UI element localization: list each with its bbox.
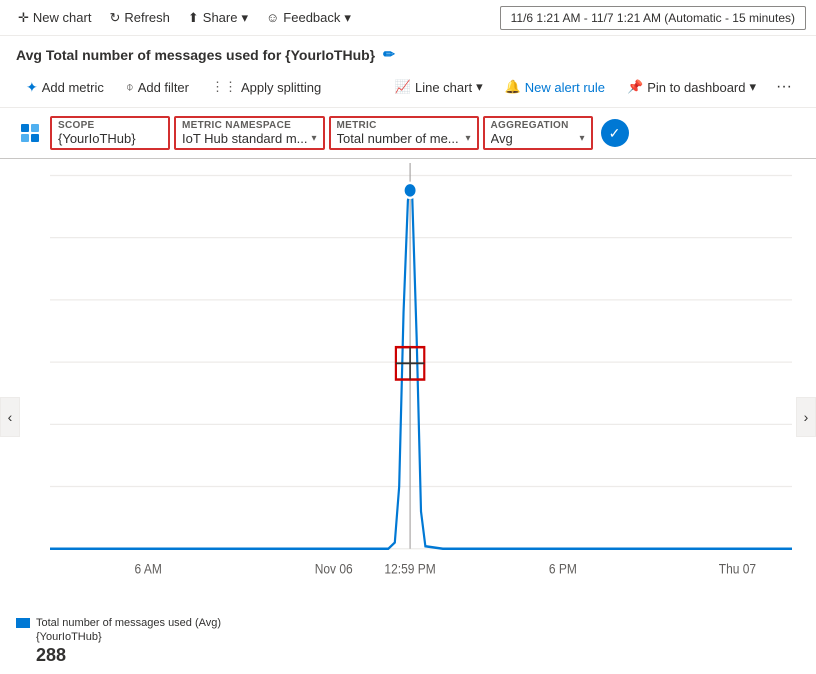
add-filter-icon: ⌽ xyxy=(126,79,134,95)
chart-type-label: Line chart xyxy=(415,80,472,95)
add-metric-button[interactable]: ✦ Add metric xyxy=(16,74,114,101)
scope-filter[interactable]: SCOPE {YourIoTHub} xyxy=(50,116,170,150)
legend-value-row: 288 xyxy=(16,645,800,666)
legend-sublabel: {YourIoTHub} xyxy=(36,631,102,643)
apply-splitting-label: Apply splitting xyxy=(241,80,321,95)
new-chart-label: New chart xyxy=(33,10,92,25)
top-toolbar: ✛ New chart ↻ Refresh ⬆ Share ▾ ☺ Feedba… xyxy=(0,0,816,36)
feedback-label: Feedback xyxy=(283,10,340,25)
nav-left-button[interactable]: ‹ xyxy=(0,397,20,437)
toolbar-right: 📈 Line chart ▾ 🔔 New alert rule 📌 Pin to… xyxy=(385,73,800,101)
pin-chevron-icon: ▾ xyxy=(749,79,756,95)
apply-splitting-icon: ⋮⋮ xyxy=(211,79,237,95)
metric-label: METRIC xyxy=(337,120,471,131)
namespace-label: METRIC NAMESPACE xyxy=(182,120,317,131)
metric-filter[interactable]: METRIC Total number of me... ▾ xyxy=(329,116,479,150)
legend-item: Total number of messages used (Avg) xyxy=(16,617,800,629)
new-chart-icon: ✛ xyxy=(18,10,29,26)
line-chart-icon: 📈 xyxy=(395,79,411,95)
new-alert-button[interactable]: 🔔 New alert rule xyxy=(495,74,615,100)
metric-dropdown-inner: Total number of me... ▾ xyxy=(337,131,471,146)
date-range-button[interactable]: 11/6 1:21 AM - 11/7 1:21 AM (Automatic -… xyxy=(500,6,806,30)
add-filter-button[interactable]: ⌽ Add filter xyxy=(116,74,199,100)
svg-text:Thu 07: Thu 07 xyxy=(719,561,756,577)
chart-scope-name: {YourIoTHub} xyxy=(285,47,375,63)
more-icon: ··· xyxy=(776,78,792,95)
feedback-chevron-icon: ▾ xyxy=(344,10,351,26)
nav-right-button[interactable]: › xyxy=(796,397,816,437)
aggregation-dropdown-inner: Avg ▾ xyxy=(491,131,585,146)
apply-splitting-button[interactable]: ⋮⋮ Apply splitting xyxy=(201,74,331,100)
edit-title-icon[interactable]: ✏ xyxy=(383,46,395,63)
toolbar-left: ✛ New chart ↻ Refresh ⬆ Share ▾ ☺ Feedba… xyxy=(10,6,359,30)
alert-bell-icon: 🔔 xyxy=(505,79,521,95)
chart-wrapper: ‹ › 300 250 200 150 100 50 0 xyxy=(0,159,816,674)
chart-title-bar: Avg Total number of messages used for {Y… xyxy=(0,36,816,69)
legend-label: Total number of messages used (Avg) xyxy=(36,617,221,629)
chart-area: 300 250 200 150 100 50 0 6 AM xyxy=(0,159,816,611)
chart-legend: Total number of messages used (Avg) {You… xyxy=(0,611,816,674)
pin-dashboard-button[interactable]: 📌 Pin to dashboard ▾ xyxy=(617,74,766,100)
namespace-chevron-icon: ▾ xyxy=(312,133,317,144)
namespace-value: IoT Hub standard m... xyxy=(182,131,308,146)
chart-svg: 300 250 200 150 100 50 0 6 AM xyxy=(50,163,792,611)
svg-text:6 PM: 6 PM xyxy=(549,561,577,577)
share-chevron-icon: ▾ xyxy=(241,10,248,26)
metric-toolbar: ✦ Add metric ⌽ Add filter ⋮⋮ Apply split… xyxy=(0,69,816,108)
share-label: Share xyxy=(203,10,238,25)
scope-label: SCOPE xyxy=(58,120,162,131)
pin-label: Pin to dashboard xyxy=(647,80,745,95)
pin-icon: 📌 xyxy=(627,79,643,95)
add-metric-label: Add metric xyxy=(42,80,104,95)
new-alert-label: New alert rule xyxy=(525,80,605,95)
aggregation-value: Avg xyxy=(491,131,513,146)
chart-title-text: Avg Total number of messages used for xyxy=(16,47,281,63)
checkmark-icon: ✓ xyxy=(609,125,621,142)
date-range-text: 11/6 1:21 AM - 11/7 1:21 AM (Automatic -… xyxy=(511,11,795,25)
more-options-button[interactable]: ··· xyxy=(768,73,800,101)
namespace-dropdown-inner: IoT Hub standard m... ▾ xyxy=(182,131,317,146)
scope-value: {YourIoTHub} xyxy=(58,131,162,146)
metric-filter-row: SCOPE {YourIoTHub} METRIC NAMESPACE IoT … xyxy=(0,108,816,159)
chart-type-chevron-icon: ▾ xyxy=(476,79,483,95)
feedback-icon: ☺ xyxy=(266,10,279,25)
confirm-button[interactable]: ✓ xyxy=(601,119,629,147)
chart-type-button[interactable]: 📈 Line chart ▾ xyxy=(385,74,493,100)
refresh-button[interactable]: ↻ Refresh xyxy=(101,6,177,30)
refresh-icon: ↻ xyxy=(109,10,120,26)
namespace-filter[interactable]: METRIC NAMESPACE IoT Hub standard m... ▾ xyxy=(174,116,325,150)
aggregation-chevron-icon: ▾ xyxy=(580,133,585,144)
share-button[interactable]: ⬆ Share ▾ xyxy=(180,6,256,30)
legend-value: 288 xyxy=(36,645,66,666)
scope-icon xyxy=(16,119,44,147)
feedback-button[interactable]: ☺ Feedback ▾ xyxy=(258,6,359,30)
refresh-label: Refresh xyxy=(124,10,170,25)
svg-text:6 AM: 6 AM xyxy=(135,561,162,577)
legend-color-swatch xyxy=(16,618,30,628)
add-filter-label: Add filter xyxy=(138,80,189,95)
new-chart-button[interactable]: ✛ New chart xyxy=(10,6,99,30)
add-metric-icon: ✦ xyxy=(26,79,38,96)
legend-sublabel-row: {YourIoTHub} xyxy=(16,631,800,643)
share-icon: ⬆ xyxy=(188,10,199,26)
metric-chevron-icon: ▾ xyxy=(466,133,471,144)
aggregation-filter[interactable]: AGGREGATION Avg ▾ xyxy=(483,116,593,150)
aggregation-label: AGGREGATION xyxy=(491,120,585,131)
svg-text:Nov 06: Nov 06 xyxy=(315,561,353,577)
svg-text:12:59 PM: 12:59 PM xyxy=(384,561,435,577)
main-content: Avg Total number of messages used for {Y… xyxy=(0,36,816,674)
metric-value: Total number of me... xyxy=(337,131,459,146)
